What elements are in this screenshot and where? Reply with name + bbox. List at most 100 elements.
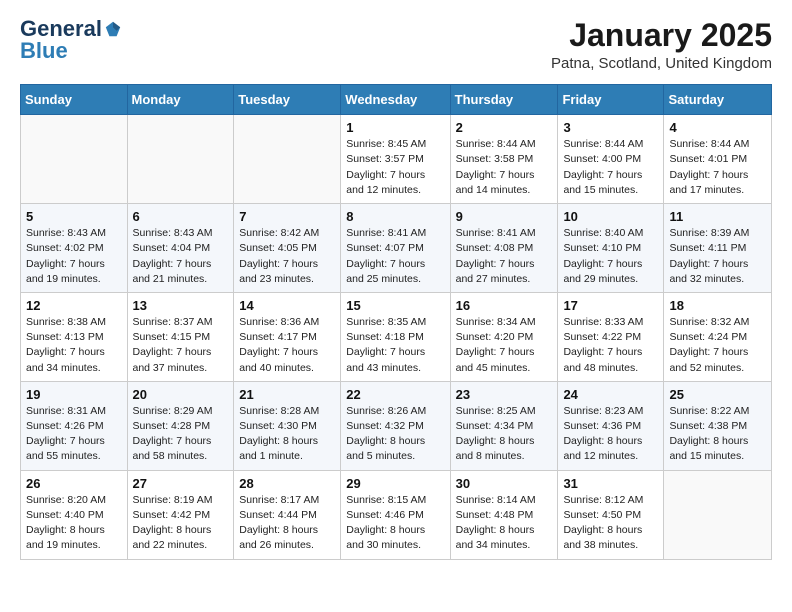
col-header-friday: Friday xyxy=(558,85,664,115)
calendar-cell: 16 Sunrise: 8:34 AM Sunset: 4:20 PM Dayli… xyxy=(450,292,558,381)
calendar-cell: 13Sunrise: 8:37 AM Sunset: 4:15 PM Dayli… xyxy=(127,292,234,381)
day-number: 24 xyxy=(563,387,658,402)
day-number: 4 xyxy=(669,120,766,135)
calendar-header-row: SundayMondayTuesdayWednesdayThursdayFrid… xyxy=(21,85,772,115)
calendar-cell: 3Sunrise: 8:44 AM Sunset: 4:00 PM Daylig… xyxy=(558,115,664,204)
calendar-cell: 28Sunrise: 8:17 AM Sunset: 4:44 PM Dayli… xyxy=(234,470,341,559)
calendar-cell: 14 Sunrise: 8:36 AM Sunset: 4:17 PM Dayli… xyxy=(234,292,341,381)
day-info: Sunrise: 8:25 AM Sunset: 4:34 PM Dayligh… xyxy=(456,404,553,465)
calendar-cell: 30 Sunrise: 8:14 AM Sunset: 4:48 PM Dayli… xyxy=(450,470,558,559)
day-info: Sunrise: 8:39 AM Sunset: 4:11 PM Dayligh… xyxy=(669,226,766,287)
day-info: Sunrise: 8:42 AM Sunset: 4:05 PM Dayligh… xyxy=(239,226,335,287)
day-number: 9 xyxy=(456,209,553,224)
day-info: Sunrise: 8:44 AM Sunset: 3:58 PM Dayligh… xyxy=(456,137,553,198)
day-number: 28 xyxy=(239,476,335,491)
logo-blue-text: Blue xyxy=(20,40,68,62)
calendar-cell xyxy=(21,115,128,204)
calendar-cell xyxy=(127,115,234,204)
day-number: 21 xyxy=(239,387,335,402)
day-info: Sunrise: 8:35 AM Sunset: 4:18 PM Dayligh… xyxy=(346,315,444,376)
day-info: Sunrise: 8:43 AM Sunset: 4:04 PM Dayligh… xyxy=(133,226,229,287)
calendar-cell: 25 Sunrise: 8:22 AM Sunset: 4:38 PM Dayli… xyxy=(664,381,772,470)
day-number: 12 xyxy=(26,298,122,313)
calendar-cell xyxy=(234,115,341,204)
day-info: Sunrise: 8:29 AM Sunset: 4:28 PM Dayligh… xyxy=(133,404,229,465)
title-block: January 2025 Patna, Scotland, United Kin… xyxy=(551,18,772,72)
day-info: Sunrise: 8:22 AM Sunset: 4:38 PM Dayligh… xyxy=(669,404,766,465)
day-number: 25 xyxy=(669,387,766,402)
day-number: 8 xyxy=(346,209,444,224)
logo-general: General xyxy=(20,18,102,40)
day-info: Sunrise: 8:41 AM Sunset: 4:07 PM Dayligh… xyxy=(346,226,444,287)
calendar-cell: 22 Sunrise: 8:26 AM Sunset: 4:32 PM Dayli… xyxy=(341,381,450,470)
calendar-cell: 15 Sunrise: 8:35 AM Sunset: 4:18 PM Dayli… xyxy=(341,292,450,381)
day-info: Sunrise: 8:41 AM Sunset: 4:08 PM Dayligh… xyxy=(456,226,553,287)
calendar-cell: 2Sunrise: 8:44 AM Sunset: 3:58 PM Daylig… xyxy=(450,115,558,204)
calendar-cell: 17 Sunrise: 8:33 AM Sunset: 4:22 PM Dayli… xyxy=(558,292,664,381)
day-info: Sunrise: 8:33 AM Sunset: 4:22 PM Dayligh… xyxy=(563,315,658,376)
day-number: 5 xyxy=(26,209,122,224)
day-number: 15 xyxy=(346,298,444,313)
day-number: 19 xyxy=(26,387,122,402)
day-info: Sunrise: 8:44 AM Sunset: 4:00 PM Dayligh… xyxy=(563,137,658,198)
day-number: 17 xyxy=(563,298,658,313)
day-info: Sunrise: 8:28 AM Sunset: 4:30 PM Dayligh… xyxy=(239,404,335,465)
day-number: 1 xyxy=(346,120,444,135)
day-number: 27 xyxy=(133,476,229,491)
day-info: Sunrise: 8:44 AM Sunset: 4:01 PM Dayligh… xyxy=(669,137,766,198)
day-info: Sunrise: 8:32 AM Sunset: 4:24 PM Dayligh… xyxy=(669,315,766,376)
week-row-2: 5 Sunrise: 8:43 AM Sunset: 4:02 PM Daylig… xyxy=(21,204,772,293)
calendar-cell: 31Sunrise: 8:12 AM Sunset: 4:50 PM Dayli… xyxy=(558,470,664,559)
calendar-cell: 9 Sunrise: 8:41 AM Sunset: 4:08 PM Daylig… xyxy=(450,204,558,293)
calendar-cell: 5 Sunrise: 8:43 AM Sunset: 4:02 PM Daylig… xyxy=(21,204,128,293)
day-info: Sunrise: 8:26 AM Sunset: 4:32 PM Dayligh… xyxy=(346,404,444,465)
day-number: 29 xyxy=(346,476,444,491)
day-number: 26 xyxy=(26,476,122,491)
col-header-wednesday: Wednesday xyxy=(341,85,450,115)
day-info: Sunrise: 8:38 AM Sunset: 4:13 PM Dayligh… xyxy=(26,315,122,376)
day-number: 6 xyxy=(133,209,229,224)
day-number: 10 xyxy=(563,209,658,224)
logo-icon xyxy=(104,20,122,38)
calendar-cell xyxy=(664,470,772,559)
day-number: 22 xyxy=(346,387,444,402)
header: General Blue January 2025 Patna, Scotlan… xyxy=(20,18,772,72)
calendar-cell: 24 Sunrise: 8:23 AM Sunset: 4:36 PM Dayli… xyxy=(558,381,664,470)
day-info: Sunrise: 8:14 AM Sunset: 4:48 PM Dayligh… xyxy=(456,493,553,554)
day-info: Sunrise: 8:45 AM Sunset: 3:57 PM Dayligh… xyxy=(346,137,444,198)
week-row-1: 1 Sunrise: 8:45 AM Sunset: 3:57 PM Daylig… xyxy=(21,115,772,204)
calendar-cell: 19Sunrise: 8:31 AM Sunset: 4:26 PM Dayli… xyxy=(21,381,128,470)
day-number: 11 xyxy=(669,209,766,224)
calendar-cell: 7 Sunrise: 8:42 AM Sunset: 4:05 PM Daylig… xyxy=(234,204,341,293)
day-info: Sunrise: 8:36 AM Sunset: 4:17 PM Dayligh… xyxy=(239,315,335,376)
day-info: Sunrise: 8:34 AM Sunset: 4:20 PM Dayligh… xyxy=(456,315,553,376)
calendar-cell: 10Sunrise: 8:40 AM Sunset: 4:10 PM Dayli… xyxy=(558,204,664,293)
day-info: Sunrise: 8:43 AM Sunset: 4:02 PM Dayligh… xyxy=(26,226,122,287)
col-header-monday: Monday xyxy=(127,85,234,115)
month-title: January 2025 xyxy=(551,18,772,53)
calendar-cell: 12 Sunrise: 8:38 AM Sunset: 4:13 PM Dayli… xyxy=(21,292,128,381)
calendar-cell: 27 Sunrise: 8:19 AM Sunset: 4:42 PM Dayli… xyxy=(127,470,234,559)
day-number: 31 xyxy=(563,476,658,491)
calendar-cell: 29 Sunrise: 8:15 AM Sunset: 4:46 PM Dayli… xyxy=(341,470,450,559)
calendar-cell: 6 Sunrise: 8:43 AM Sunset: 4:04 PM Daylig… xyxy=(127,204,234,293)
day-number: 16 xyxy=(456,298,553,313)
day-info: Sunrise: 8:23 AM Sunset: 4:36 PM Dayligh… xyxy=(563,404,658,465)
calendar-cell: 23 Sunrise: 8:25 AM Sunset: 4:34 PM Dayli… xyxy=(450,381,558,470)
logo: General Blue xyxy=(20,18,122,62)
calendar-cell: 20Sunrise: 8:29 AM Sunset: 4:28 PM Dayli… xyxy=(127,381,234,470)
logo-text: General xyxy=(20,18,122,40)
day-info: Sunrise: 8:19 AM Sunset: 4:42 PM Dayligh… xyxy=(133,493,229,554)
day-number: 7 xyxy=(239,209,335,224)
day-info: Sunrise: 8:20 AM Sunset: 4:40 PM Dayligh… xyxy=(26,493,122,554)
day-info: Sunrise: 8:15 AM Sunset: 4:46 PM Dayligh… xyxy=(346,493,444,554)
week-row-5: 26 Sunrise: 8:20 AM Sunset: 4:40 PM Dayli… xyxy=(21,470,772,559)
week-row-4: 19Sunrise: 8:31 AM Sunset: 4:26 PM Dayli… xyxy=(21,381,772,470)
calendar-cell: 21 Sunrise: 8:28 AM Sunset: 4:30 PM Dayli… xyxy=(234,381,341,470)
day-number: 14 xyxy=(239,298,335,313)
day-number: 30 xyxy=(456,476,553,491)
day-number: 23 xyxy=(456,387,553,402)
col-header-saturday: Saturday xyxy=(664,85,772,115)
day-number: 13 xyxy=(133,298,229,313)
location: Patna, Scotland, United Kingdom xyxy=(551,55,772,72)
